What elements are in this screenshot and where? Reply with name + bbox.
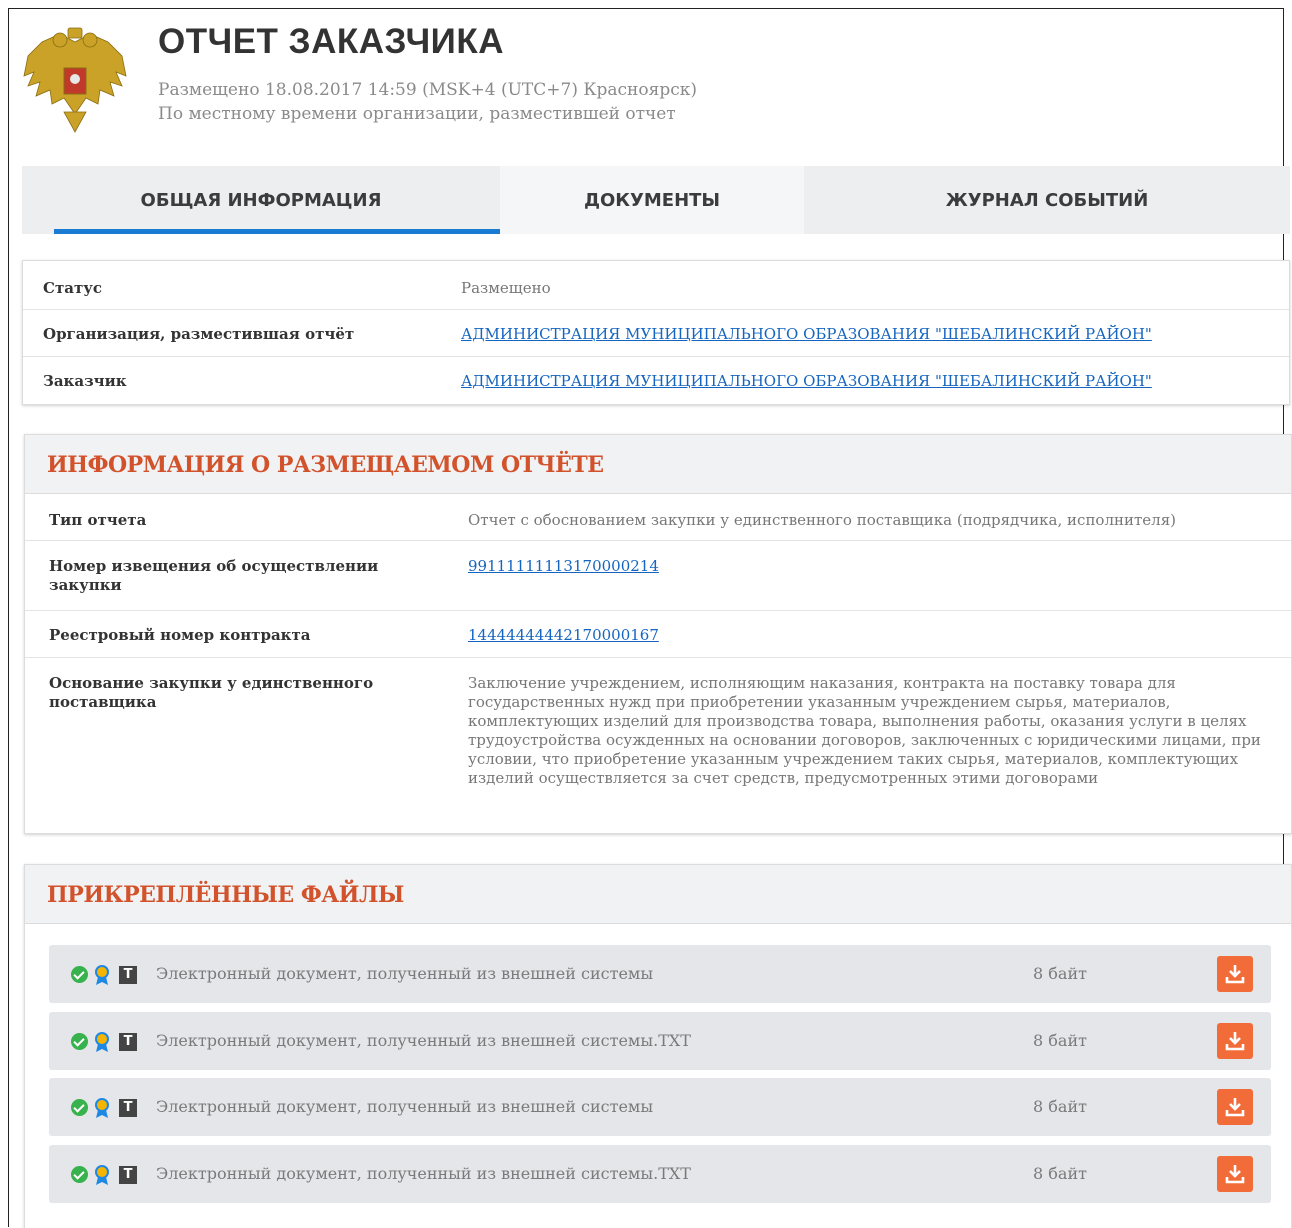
section-header: ПРИКРЕПЛЁННЫЕ ФАЙЛЫ: [25, 865, 1291, 924]
posted-date: Размещено 18.08.2017 14:59 (MSK+4 (UTC+7…: [158, 80, 697, 100]
tab-label: ЖУРНАЛ СОБЫТИЙ: [945, 189, 1149, 211]
download-button[interactable]: [1217, 1023, 1253, 1059]
active-tab-indicator: [54, 229, 500, 234]
tab-label: ДОКУМЕНТЫ: [583, 189, 721, 211]
contract-number-link[interactable]: 14444444442170000167: [468, 626, 659, 645]
text-file-icon: T: [119, 1166, 137, 1184]
verified-check-icon: [71, 1033, 88, 1050]
file-name: Электронный документ, полученный из внеш…: [156, 1031, 691, 1050]
table-row: Статус Размещено: [23, 261, 1289, 310]
text-file-icon: T: [119, 966, 137, 984]
tab-general-info[interactable]: ОБЩАЯ ИНФОРМАЦИЯ: [22, 166, 500, 234]
verified-check-icon: [71, 1099, 88, 1116]
verified-check-icon: [71, 966, 88, 983]
attachments-card: ПРИКРЕПЛЁННЫЕ ФАЙЛЫ T Электронный докуме…: [24, 864, 1292, 1228]
download-button[interactable]: [1217, 956, 1253, 992]
field-label: Заказчик: [43, 372, 127, 390]
section-title: ПРИКРЕПЛЁННЫЕ ФАЙЛЫ: [47, 882, 404, 908]
organization-link[interactable]: АДМИНИСТРАЦИЯ МУНИЦИПАЛЬНОГО ОБРАЗОВАНИЯ…: [461, 325, 1152, 344]
report-info-card: ИНФОРМАЦИЯ О РАЗМЕЩАЕМОМ ОТЧЁТЕ Тип отче…: [24, 434, 1292, 834]
signature-award-icon: [95, 1098, 109, 1118]
text-file-icon: T: [119, 1099, 137, 1117]
file-item[interactable]: T Электронный документ, полученный из вн…: [49, 1012, 1271, 1070]
download-icon: [1225, 965, 1245, 984]
download-button[interactable]: [1217, 1089, 1253, 1125]
table-row: Основание закупки у единственного постав…: [25, 657, 1291, 833]
timezone-note: По местному времени организации, размест…: [158, 104, 676, 124]
file-item[interactable]: T Электронный документ, полученный из вн…: [49, 1078, 1271, 1136]
tab-bar: ОБЩАЯ ИНФОРМАЦИЯ ДОКУМЕНТЫ ЖУРНАЛ СОБЫТИ…: [22, 166, 1290, 234]
procurement-basis-value: Заключение учреждением, исполняющим нака…: [468, 674, 1261, 787]
status-value: Размещено: [461, 279, 551, 297]
customer-link[interactable]: АДМИНИСТРАЦИЯ МУНИЦИПАЛЬНОГО ОБРАЗОВАНИЯ…: [461, 372, 1152, 391]
table-row: Номер извещения об осуществлении закупки…: [25, 540, 1291, 611]
table-row: Заказчик АДМИНИСТРАЦИЯ МУНИЦИПАЛЬНОГО ОБ…: [23, 356, 1289, 404]
file-size: 8 байт: [1033, 1164, 1087, 1183]
file-size: 8 байт: [1033, 964, 1087, 983]
file-size: 8 байт: [1033, 1097, 1087, 1116]
field-label: Реестровый номер контракта: [49, 626, 311, 644]
download-icon: [1225, 1032, 1245, 1051]
field-label: Номер извещения об осуществлении закупки: [49, 557, 379, 594]
tab-label: ОБЩАЯ ИНФОРМАЦИЯ: [140, 189, 382, 211]
download-icon: [1225, 1098, 1245, 1117]
field-label: Организация, разместившая отчёт: [43, 325, 355, 343]
file-item[interactable]: T Электронный документ, полученный из вн…: [49, 945, 1271, 1003]
page-header: ОТЧЕТ ЗАКАЗЧИКА Размещено 18.08.2017 14:…: [20, 20, 1220, 140]
file-name: Электронный документ, полученный из внеш…: [156, 1164, 691, 1183]
text-file-icon: T: [119, 1033, 137, 1051]
field-label: Тип отчета: [49, 511, 147, 529]
file-item[interactable]: T Электронный документ, полученный из вн…: [49, 1145, 1271, 1203]
general-info-card: Статус Размещено Организация, разместивш…: [22, 260, 1290, 405]
notice-number-link[interactable]: 99111111113170000214: [468, 557, 659, 576]
file-name: Электронный документ, полученный из внеш…: [156, 964, 654, 983]
table-row: Тип отчета Отчет с обоснованием закупки …: [25, 493, 1291, 541]
posted-info: Размещено 18.08.2017 14:59 (MSK+4 (UTC+7…: [158, 78, 697, 126]
verified-check-icon: [71, 1166, 88, 1183]
report-type-value: Отчет с обоснованием закупки у единствен…: [468, 511, 1177, 529]
section-title: ИНФОРМАЦИЯ О РАЗМЕЩАЕМОМ ОТЧЁТЕ: [47, 452, 604, 478]
field-label: Статус: [43, 279, 102, 297]
tab-documents[interactable]: ДОКУМЕНТЫ: [500, 166, 804, 234]
tab-event-log[interactable]: ЖУРНАЛ СОБЫТИЙ: [804, 166, 1290, 234]
signature-award-icon: [95, 965, 109, 985]
table-row: Организация, разместившая отчёт АДМИНИСТ…: [23, 309, 1289, 357]
download-icon: [1225, 1165, 1245, 1184]
table-row: Реестровый номер контракта 1444444444217…: [25, 610, 1291, 658]
signature-award-icon: [95, 1165, 109, 1185]
file-size: 8 байт: [1033, 1031, 1087, 1050]
section-header: ИНФОРМАЦИЯ О РАЗМЕЩАЕМОМ ОТЧЁТЕ: [25, 435, 1291, 494]
file-name: Электронный документ, полученный из внеш…: [156, 1097, 654, 1116]
field-label: Основание закупки у единственного постав…: [49, 674, 374, 711]
signature-award-icon: [95, 1032, 109, 1052]
coat-of-arms-icon: [23, 27, 127, 133]
page-title: ОТЧЕТ ЗАКАЗЧИКА: [158, 22, 504, 61]
download-button[interactable]: [1217, 1156, 1253, 1192]
